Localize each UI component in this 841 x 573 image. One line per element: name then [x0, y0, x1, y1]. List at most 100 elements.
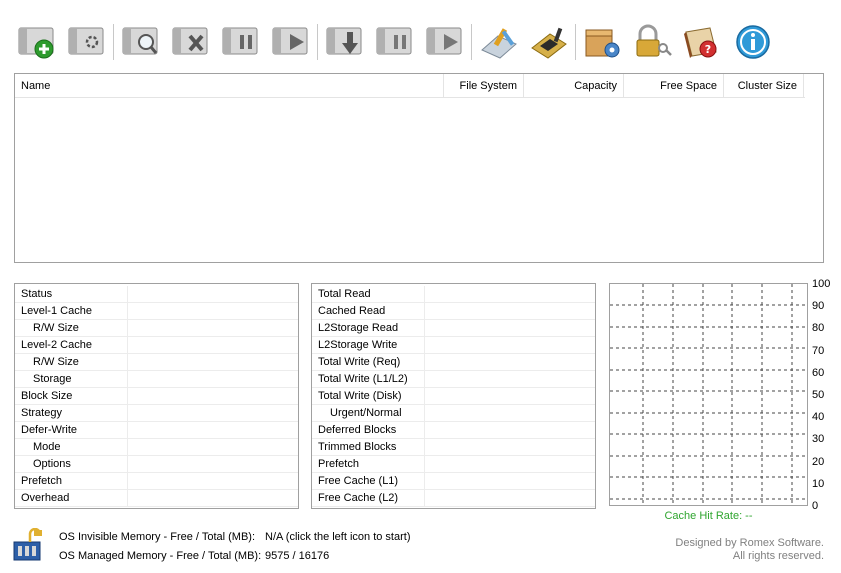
- settings-row: Level-2 Cache: [15, 337, 298, 354]
- toolbar-separator: [471, 24, 472, 60]
- settings-label: Status: [21, 288, 53, 300]
- statistics-value: [424, 405, 595, 422]
- column-header-capacity[interactable]: Capacity: [524, 74, 624, 98]
- cache-statistics-panel: Total Read Cached Read L2Storage Read L2Sto…: [311, 283, 596, 509]
- column-header-free-space[interactable]: Free Space: [624, 74, 724, 98]
- invisible-memory-value: N/A (click the left icon to start): [265, 531, 411, 543]
- settings-row: Options: [15, 456, 298, 473]
- settings-button[interactable]: [580, 22, 625, 62]
- statistics-row: Total Write (Disk): [312, 388, 595, 405]
- column-header-file-system[interactable]: File System: [444, 74, 524, 98]
- settings-value: [127, 354, 298, 371]
- volume-list[interactable]: Name File System Capacity Free Space Clu…: [14, 73, 824, 263]
- invisible-memory-label: OS Invisible Memory - Free / Total (MB):: [59, 531, 256, 543]
- statistics-label: Urgent/Normal: [330, 407, 402, 419]
- help-button[interactable]: ?: [680, 22, 725, 62]
- settings-row: Block Size: [15, 388, 298, 405]
- statistics-row: Urgent/Normal: [312, 405, 595, 422]
- settings-row: R/W Size: [15, 320, 298, 337]
- chart-y-tick-label: 70: [812, 344, 825, 357]
- chart-y-tick-label: 10: [812, 477, 825, 490]
- statistics-label: Free Cache (L2): [318, 492, 399, 504]
- resume-cache-button[interactable]: [268, 22, 313, 62]
- resume-all-icon: [426, 27, 461, 55]
- managed-memory-value: 9575 / 16176: [265, 550, 330, 562]
- chart-y-tick-label: 100: [812, 278, 831, 290]
- resume-all-button[interactable]: [422, 22, 467, 62]
- statistics-value: [424, 473, 595, 490]
- remove-cache-icon: [172, 27, 207, 55]
- statistics-label: Free Cache (L1): [318, 475, 399, 487]
- settings-label: Defer-Write: [21, 424, 78, 436]
- pause-cache-button[interactable]: [218, 22, 263, 62]
- settings-value: [127, 405, 298, 422]
- add-cache-button[interactable]: [14, 22, 59, 62]
- settings-label: Strategy: [21, 407, 62, 419]
- svg-text:?: ?: [704, 43, 710, 56]
- tools-icon: [480, 28, 517, 59]
- statistics-row: Deferred Blocks: [312, 422, 595, 439]
- settings-row: Defer-Write: [15, 422, 298, 439]
- settings-icon: [585, 29, 619, 58]
- add-cache-icon: [18, 27, 53, 59]
- statistics-row: L2Storage Write: [312, 337, 595, 354]
- chart-y-tick-label: 30: [812, 433, 825, 446]
- statistics-label: Prefetch: [318, 458, 359, 470]
- credits-line-1: Designed by Romex Software.: [675, 537, 824, 549]
- cache-options-button[interactable]: [64, 22, 109, 62]
- statistics-value: [424, 286, 595, 303]
- find-cache-icon: [122, 27, 157, 55]
- statistics-label: L2Storage Read: [318, 322, 399, 334]
- memory-icon[interactable]: [10, 527, 46, 562]
- column-header-name[interactable]: Name: [15, 74, 444, 98]
- pause-all-button[interactable]: [372, 22, 417, 62]
- settings-label: Options: [33, 458, 71, 470]
- help-icon: ?: [683, 27, 717, 58]
- cache-hit-rate-chart: [609, 283, 808, 506]
- statistics-row: Free Cache (L1): [312, 473, 595, 490]
- settings-row: Level-1 Cache: [15, 303, 298, 320]
- find-cache-button[interactable]: [118, 22, 163, 62]
- statistics-row: L2Storage Read: [312, 320, 595, 337]
- managed-memory-label: OS Managed Memory - Free / Total (MB):: [59, 550, 262, 562]
- chip-icon: [530, 27, 567, 59]
- chip-button[interactable]: [526, 22, 571, 62]
- statistics-row: Total Write (L1/L2): [312, 371, 595, 388]
- cache-settings-panel: Status Level-1 Cache R/W Size Level-2 Cache…: [14, 283, 299, 509]
- statistics-value: [424, 337, 595, 354]
- settings-label: R/W Size: [33, 322, 79, 334]
- volume-list-header: Name File System Capacity Free Space Clu…: [15, 74, 805, 98]
- pause-cache-icon: [222, 27, 257, 55]
- column-header-cluster-size[interactable]: Cluster Size: [724, 74, 804, 98]
- settings-row: Status: [15, 286, 298, 303]
- settings-value: [127, 439, 298, 456]
- toolbar-separator: [575, 24, 576, 60]
- info-icon: [735, 25, 770, 59]
- flush-cache-button[interactable]: [322, 22, 367, 62]
- settings-label: Overhead: [21, 492, 70, 504]
- flush-cache-icon: [326, 27, 361, 55]
- chart-y-tick-label: 20: [812, 455, 825, 468]
- resume-cache-icon: [272, 27, 307, 55]
- statistics-label: Total Read: [318, 288, 371, 300]
- settings-row: R/W Size: [15, 354, 298, 371]
- settings-label: Block Size: [21, 390, 73, 402]
- chart-y-tick-label: 90: [812, 300, 825, 313]
- chart-y-tick-label: 60: [812, 366, 825, 379]
- license-icon: [636, 24, 672, 57]
- settings-value: [127, 320, 298, 337]
- settings-value: [127, 456, 298, 473]
- statistics-value: [424, 371, 595, 388]
- settings-label: Prefetch: [21, 475, 62, 487]
- settings-label: Level-2 Cache: [21, 339, 92, 351]
- remove-cache-button[interactable]: [168, 22, 213, 62]
- toolbar-separator: [317, 24, 318, 60]
- settings-label: Storage: [33, 373, 72, 385]
- license-button[interactable]: [630, 22, 675, 62]
- statistics-label: Deferred Blocks: [318, 424, 397, 436]
- info-button[interactable]: [730, 22, 775, 62]
- tools-button[interactable]: [476, 22, 521, 62]
- statistics-label: Cached Read: [318, 305, 386, 317]
- settings-row: Overhead: [15, 490, 298, 507]
- settings-value: [127, 490, 298, 507]
